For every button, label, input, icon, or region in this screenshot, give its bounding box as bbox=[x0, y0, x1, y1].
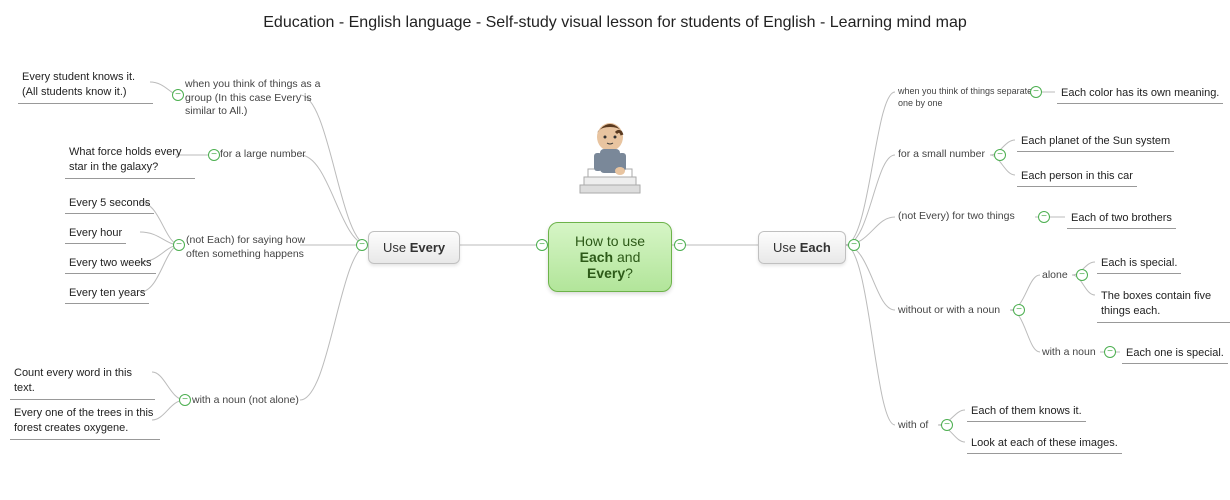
leaf-every-10years: Every ten years bbox=[65, 284, 149, 304]
branch-use-each[interactable]: Use Each bbox=[758, 231, 846, 264]
each-with-without-noun-label: without or with a noun bbox=[898, 304, 1000, 318]
center-line2: Each and Every? bbox=[565, 249, 655, 281]
branch-use-every[interactable]: Use Every bbox=[368, 231, 460, 264]
collapse-icon[interactable] bbox=[172, 89, 184, 101]
every-howoften-label: (not Each) for saying how often somethin… bbox=[186, 234, 326, 261]
each-with-noun-label: with a noun bbox=[1042, 346, 1096, 360]
collapse-icon[interactable] bbox=[848, 239, 860, 251]
center-line1: How to use bbox=[565, 233, 655, 249]
leaf-every-5s: Every 5 seconds bbox=[65, 194, 154, 214]
leaf-every-student: Every student knows it. (All students kn… bbox=[18, 68, 153, 104]
leaf-every-one-trees: Every one of the trees in this forest cr… bbox=[10, 404, 160, 440]
leaf-five-things-each: The boxes contain five things each. bbox=[1097, 287, 1230, 323]
leaf-each-person: Each person in this car bbox=[1017, 167, 1137, 187]
every-withnoun-label: with a noun (not alone) bbox=[192, 394, 299, 408]
collapse-icon[interactable] bbox=[173, 239, 185, 251]
collapse-icon[interactable] bbox=[1104, 346, 1116, 358]
leaf-each-color: Each color has its own meaning. bbox=[1057, 84, 1223, 104]
center-topic[interactable]: How to use Each and Every? bbox=[548, 222, 672, 292]
each-small-number-label: for a small number bbox=[898, 148, 985, 162]
collapse-icon[interactable] bbox=[1076, 269, 1088, 281]
student-illustration bbox=[560, 115, 660, 208]
collapse-icon[interactable] bbox=[1038, 211, 1050, 223]
leaf-each-two-brothers: Each of two brothers bbox=[1067, 209, 1176, 229]
leaf-every-hour: Every hour bbox=[65, 224, 126, 244]
collapse-icon[interactable] bbox=[1030, 86, 1042, 98]
each-with-of-label: with of bbox=[898, 419, 928, 433]
collapse-icon[interactable] bbox=[356, 239, 368, 251]
leaf-every-star: What force holds every star in the galax… bbox=[65, 143, 195, 179]
leaf-every-2weeks: Every two weeks bbox=[65, 254, 156, 274]
each-separately-label: when you think of things separately, one… bbox=[898, 86, 1048, 109]
collapse-icon[interactable] bbox=[941, 419, 953, 431]
collapse-icon[interactable] bbox=[674, 239, 686, 251]
collapse-icon[interactable] bbox=[179, 394, 191, 406]
leaf-each-special: Each is special. bbox=[1097, 254, 1181, 274]
collapse-icon[interactable] bbox=[994, 149, 1006, 161]
leaf-count-every-word: Count every word in this text. bbox=[10, 364, 155, 400]
page-title: Education - English language - Self-stud… bbox=[0, 14, 1230, 32]
every-large-number-label: for a large number bbox=[220, 148, 306, 162]
each-alone-label: alone bbox=[1042, 269, 1068, 283]
leaf-each-one-special: Each one is special. bbox=[1122, 344, 1228, 364]
each-two-things-label: (not Every) for two things bbox=[898, 210, 1015, 224]
leaf-each-of-them: Each of them knows it. bbox=[967, 402, 1086, 422]
every-group-label: when you think of things as a group (In … bbox=[185, 78, 335, 119]
collapse-icon[interactable] bbox=[208, 149, 220, 161]
collapse-icon[interactable] bbox=[536, 239, 548, 251]
collapse-icon[interactable] bbox=[1013, 304, 1025, 316]
leaf-each-planet: Each planet of the Sun system bbox=[1017, 132, 1174, 152]
leaf-each-of-images: Look at each of these images. bbox=[967, 434, 1122, 454]
